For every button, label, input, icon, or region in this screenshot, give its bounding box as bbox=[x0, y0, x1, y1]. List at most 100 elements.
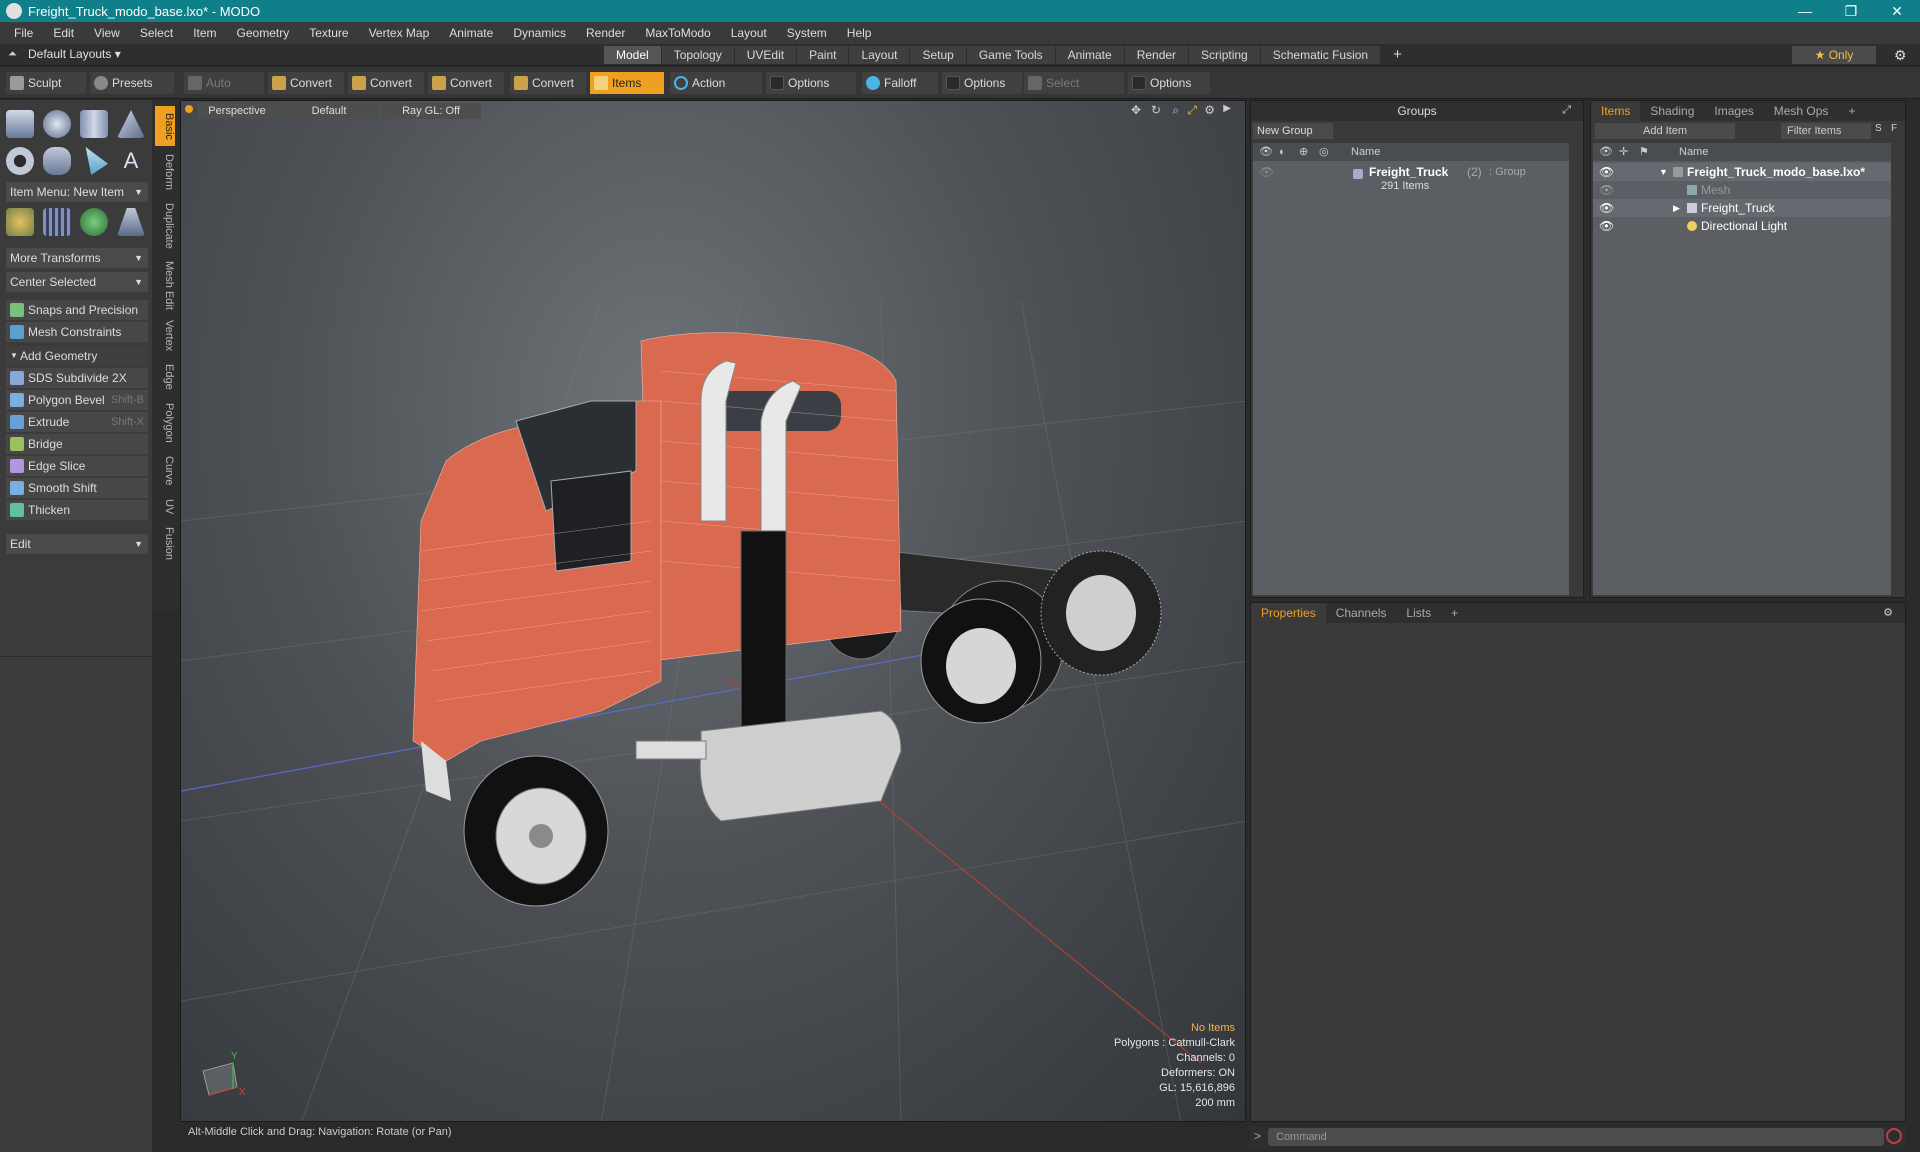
menu-maxtomodo[interactable]: MaxToModo bbox=[635, 26, 720, 40]
tab-model[interactable]: Model bbox=[604, 46, 661, 64]
sidetab-mesh-edit[interactable]: Mesh Edit bbox=[155, 258, 175, 312]
menu-edit[interactable]: Edit bbox=[43, 26, 84, 40]
menu-item[interactable]: Item bbox=[183, 26, 226, 40]
more-transforms-dropdown[interactable]: More Transforms ▼ bbox=[6, 248, 148, 268]
camera-icon[interactable] bbox=[117, 208, 145, 236]
sidetab-edge[interactable]: Edge bbox=[155, 360, 175, 394]
add-tab-button[interactable]: + bbox=[1381, 46, 1414, 64]
action-center-button[interactable]: Action Center bbox=[670, 72, 762, 112]
maximize-button[interactable]: ❐ bbox=[1828, 0, 1874, 22]
tab-uvedit[interactable]: UVEdit bbox=[734, 46, 797, 64]
tab-images[interactable]: Images bbox=[1704, 101, 1763, 121]
tab-game-tools[interactable]: Game Tools bbox=[966, 46, 1055, 64]
convert-button-1[interactable]: Convert bbox=[268, 72, 344, 94]
center-selected-dropdown[interactable]: Center Selected ▼ bbox=[6, 272, 148, 292]
sidetab-duplicate[interactable]: Duplicate bbox=[155, 198, 175, 254]
add-tab-button[interactable]: + bbox=[1838, 101, 1865, 121]
mesh-constraints-button[interactable]: Mesh Constraints bbox=[6, 322, 148, 342]
tab-layout[interactable]: Layout bbox=[849, 46, 910, 64]
tree-row-mesh[interactable]: 👁 Mesh bbox=[1593, 181, 1891, 199]
convert-button-3[interactable]: Convert bbox=[428, 72, 504, 94]
menu-help[interactable]: Help bbox=[837, 26, 882, 40]
sidetab-polygon[interactable]: Polygon bbox=[155, 398, 175, 448]
new-group-button[interactable]: New Group bbox=[1253, 123, 1333, 139]
menu-texture[interactable]: Texture bbox=[299, 26, 358, 40]
visibility-icon[interactable]: 👁 bbox=[1599, 199, 1614, 217]
gear-icon[interactable]: ⚙ bbox=[1894, 47, 1910, 63]
lock-icon[interactable]: ⊕ bbox=[1299, 143, 1308, 161]
tab-setup[interactable]: Setup bbox=[910, 46, 966, 64]
tab-paint[interactable]: Paint bbox=[797, 46, 849, 64]
tab-channels[interactable]: Channels bbox=[1326, 603, 1397, 623]
tab-lists[interactable]: Lists bbox=[1396, 603, 1441, 623]
convert-button-2[interactable]: Convert bbox=[348, 72, 424, 94]
chevron-right-icon[interactable]: ▶ bbox=[1673, 199, 1680, 217]
items-mode-button[interactable]: Items bbox=[590, 72, 664, 94]
snaps-button[interactable]: Snaps and Precision bbox=[6, 300, 148, 320]
only-button[interactable]: ★ Only bbox=[1792, 46, 1876, 64]
plus-icon[interactable]: ✛ bbox=[1619, 143, 1628, 161]
capsule-icon[interactable] bbox=[43, 147, 71, 175]
tab-render[interactable]: Render bbox=[1124, 46, 1189, 64]
thicken-button[interactable]: Thicken bbox=[6, 500, 148, 520]
menu-select[interactable]: Select bbox=[130, 26, 183, 40]
menu-animate[interactable]: Animate bbox=[439, 26, 503, 40]
smooth-shift-button[interactable]: Smooth Shift bbox=[6, 478, 148, 498]
select-through-button[interactable]: Select Through bbox=[1024, 72, 1124, 112]
presets-button[interactable]: Presets F6 bbox=[90, 72, 174, 112]
3d-viewport[interactable]: Perspective Default Ray GL: Off ✥ ↻ ⌕ ⤢ … bbox=[180, 100, 1246, 1122]
sidetab-uv[interactable]: UV bbox=[155, 494, 175, 520]
sphere-icon[interactable] bbox=[43, 110, 71, 138]
tab-animate[interactable]: Animate bbox=[1055, 46, 1124, 64]
group-row[interactable]: 👁 Freight_Truck (2) : Group 291 Items bbox=[1253, 163, 1569, 193]
tab-mesh-ops[interactable]: Mesh Ops bbox=[1764, 101, 1839, 121]
menu-layout[interactable]: Layout bbox=[721, 26, 777, 40]
text-icon[interactable]: A bbox=[117, 147, 145, 175]
filter-f-button[interactable]: F bbox=[1891, 123, 1897, 134]
add-tab-button[interactable]: + bbox=[1441, 603, 1468, 623]
menu-dynamics[interactable]: Dynamics bbox=[503, 26, 576, 40]
pen-icon[interactable] bbox=[85, 147, 108, 175]
select-icon[interactable]: ◎ bbox=[1319, 143, 1329, 161]
tab-scripting[interactable]: Scripting bbox=[1189, 46, 1260, 64]
sidetab-vertex[interactable]: Vertex bbox=[155, 316, 175, 356]
render-icon[interactable]: ◐ bbox=[1279, 143, 1286, 161]
menu-system[interactable]: System bbox=[777, 26, 837, 40]
layout-selector[interactable]: Default Layouts ▾ bbox=[28, 47, 121, 61]
tree-row-scene[interactable]: 👁 ▼ Freight_Truck_modo_base.lxo* bbox=[1593, 163, 1891, 181]
filter-items-input[interactable]: Filter Items bbox=[1781, 123, 1871, 139]
eye-icon[interactable]: 👁 bbox=[1259, 143, 1273, 161]
cylinder-icon[interactable] bbox=[80, 110, 108, 138]
sidetab-curve[interactable]: Curve bbox=[155, 452, 175, 490]
locator-icon[interactable] bbox=[6, 208, 34, 236]
auto-select-button[interactable]: Auto Select bbox=[184, 72, 264, 112]
add-geometry-header[interactable]: ▼ Add Geometry bbox=[6, 346, 148, 366]
options-button-3[interactable]: Options bbox=[1128, 72, 1210, 94]
add-item-button[interactable]: Add Item bbox=[1595, 123, 1735, 139]
visibility-icon[interactable]: 👁 bbox=[1259, 163, 1274, 181]
collapse-icon[interactable]: ⏶ bbox=[8, 48, 17, 61]
menu-vertex-map[interactable]: Vertex Map bbox=[359, 26, 440, 40]
globe-icon[interactable] bbox=[80, 208, 108, 236]
tree-row-directional-light[interactable]: 👁 Directional Light bbox=[1593, 217, 1891, 235]
edit-dropdown[interactable]: Edit ▼ bbox=[6, 534, 148, 554]
chevron-down-icon[interactable]: ▼ bbox=[1659, 163, 1668, 181]
record-icon[interactable] bbox=[1886, 1128, 1902, 1144]
eye-icon[interactable]: 👁 bbox=[1599, 143, 1613, 161]
menu-geometry[interactable]: Geometry bbox=[227, 26, 300, 40]
polygon-bevel-button[interactable]: Polygon Bevel Shift-B bbox=[6, 390, 148, 410]
sds-subdivide-button[interactable]: SDS Subdivide 2X bbox=[6, 368, 148, 388]
tab-schematic-fusion[interactable]: Schematic Fusion bbox=[1260, 46, 1381, 64]
visibility-icon[interactable]: 👁 bbox=[1599, 217, 1614, 235]
menu-file[interactable]: File bbox=[4, 26, 43, 40]
sculpt-button[interactable]: Sculpt bbox=[6, 72, 86, 94]
grid-icon[interactable] bbox=[43, 208, 71, 236]
cube-icon[interactable] bbox=[6, 110, 34, 138]
item-menu-dropdown[interactable]: Item Menu: New Item ▼ bbox=[6, 182, 148, 202]
bridge-button[interactable]: Bridge bbox=[6, 434, 148, 454]
command-input[interactable]: Command bbox=[1268, 1128, 1884, 1146]
tree-row-freight-truck[interactable]: 👁 ▶ Freight_Truck bbox=[1593, 199, 1891, 217]
visibility-icon[interactable]: 👁 bbox=[1599, 163, 1614, 181]
edge-slice-button[interactable]: Edge Slice bbox=[6, 456, 148, 476]
tab-properties[interactable]: Properties bbox=[1251, 603, 1326, 623]
